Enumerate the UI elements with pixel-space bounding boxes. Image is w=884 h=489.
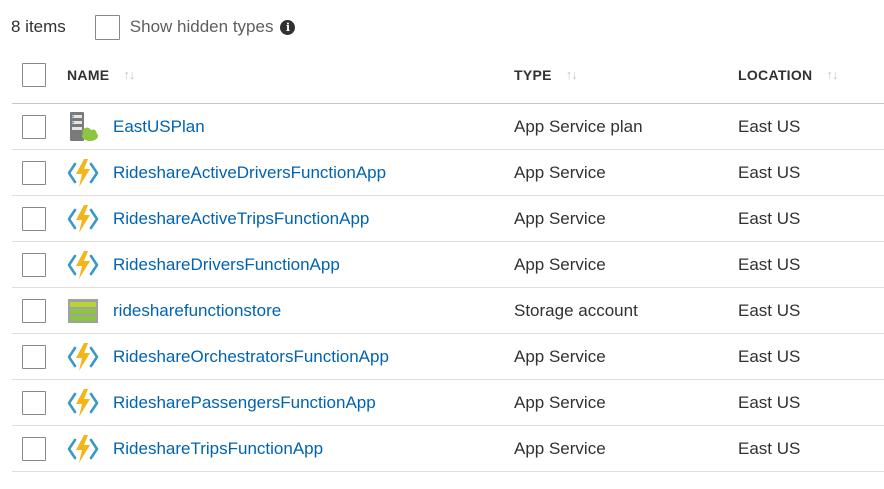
function-app-icon — [67, 249, 99, 281]
function-app-icon — [67, 157, 99, 189]
row-checkbox[interactable] — [22, 436, 46, 461]
column-header-type[interactable]: TYPE ↑↓ — [514, 67, 738, 83]
sort-icon[interactable]: ↑↓ — [566, 67, 578, 82]
resource-location: East US — [738, 162, 801, 182]
resource-name-link[interactable]: RideshareActiveTripsFunctionApp — [113, 209, 369, 229]
resource-type: App Service — [514, 346, 606, 366]
resource-location: East US — [738, 208, 801, 228]
table-row[interactable]: RideshareActiveTripsFunctionApp App Servi… — [12, 196, 884, 242]
select-all-checkbox[interactable] — [22, 62, 46, 87]
grid-rows: EastUSPlan App Service plan East US Ridesha… — [12, 104, 884, 472]
function-app-icon — [67, 341, 99, 373]
resource-location: East US — [738, 116, 801, 136]
resource-location: East US — [738, 438, 801, 458]
resource-location: East US — [738, 254, 801, 274]
row-checkbox[interactable] — [22, 114, 46, 139]
resource-type: App Service plan — [514, 116, 643, 136]
row-checkbox[interactable] — [22, 160, 46, 185]
storage-account-icon — [67, 295, 99, 327]
resource-name-link[interactable]: RideshareDriversFunctionApp — [113, 255, 340, 275]
resource-type: App Service — [514, 254, 606, 274]
resource-name-link[interactable]: ridesharefunctionstore — [113, 301, 281, 321]
resource-type: App Service — [514, 162, 606, 182]
table-row[interactable]: RideshareDriversFunctionApp App Service Ea… — [12, 242, 884, 288]
sort-icon[interactable]: ↑↓ — [123, 67, 135, 82]
column-header-type-label: TYPE — [514, 66, 552, 83]
app-service-plan-icon — [67, 111, 99, 143]
row-checkbox[interactable] — [22, 344, 46, 369]
table-row[interactable]: ridesharefunctionstore Storage account Eas… — [12, 288, 884, 334]
show-hidden-types-toggle[interactable]: Show hidden types i — [94, 14, 296, 40]
function-app-icon — [67, 387, 99, 419]
column-header-name[interactable]: NAME ↑↓ — [67, 67, 514, 83]
column-header-name-label: NAME — [67, 66, 110, 83]
info-icon[interactable]: i — [280, 19, 296, 35]
table-row[interactable]: EastUSPlan App Service plan East US — [12, 104, 884, 150]
resource-grid: NAME ↑↓ TYPE ↑↓ LOCATION ↑↓ EastUSPlan Ap… — [12, 46, 884, 472]
column-header-location-label: LOCATION — [738, 66, 813, 83]
resource-type: App Service — [514, 438, 606, 458]
table-row[interactable]: RideshareActiveDriversFunctionApp App Ser… — [12, 150, 884, 196]
grid-header: NAME ↑↓ TYPE ↑↓ LOCATION ↑↓ — [12, 46, 884, 104]
table-row[interactable]: RideshareOrchestratorsFunctionApp App Ser… — [12, 334, 884, 380]
resource-location: East US — [738, 392, 801, 412]
resource-location: East US — [738, 300, 801, 320]
row-checkbox[interactable] — [22, 252, 46, 277]
function-app-icon — [67, 203, 99, 235]
column-header-location[interactable]: LOCATION ↑↓ — [738, 67, 884, 83]
item-count: 8 items — [11, 17, 66, 36]
resource-name-link[interactable]: RideshareTripsFunctionApp — [113, 439, 323, 459]
show-hidden-types-label: Show hidden types — [129, 17, 274, 36]
sort-icon[interactable]: ↑↓ — [826, 67, 838, 82]
row-checkbox[interactable] — [22, 206, 46, 231]
row-checkbox[interactable] — [22, 298, 46, 323]
show-hidden-types-checkbox[interactable] — [94, 14, 120, 40]
table-row[interactable]: RidesharePassengersFunctionApp App Servic… — [12, 380, 884, 426]
table-row[interactable]: RideshareTripsFunctionApp App Service East… — [12, 426, 884, 472]
function-app-icon — [67, 433, 99, 465]
resource-name-link[interactable]: RideshareActiveDriversFunctionApp — [113, 163, 386, 183]
resource-name-link[interactable]: EastUSPlan — [113, 117, 205, 137]
resource-name-link[interactable]: RideshareOrchestratorsFunctionApp — [113, 347, 389, 367]
resource-name-link[interactable]: RidesharePassengersFunctionApp — [113, 393, 376, 413]
resource-type: App Service — [514, 208, 606, 228]
toolbar: 8 items Show hidden types i — [11, 13, 296, 41]
resource-type: App Service — [514, 392, 606, 412]
row-checkbox[interactable] — [22, 390, 46, 415]
resource-location: East US — [738, 346, 801, 366]
resource-type: Storage account — [514, 300, 638, 320]
